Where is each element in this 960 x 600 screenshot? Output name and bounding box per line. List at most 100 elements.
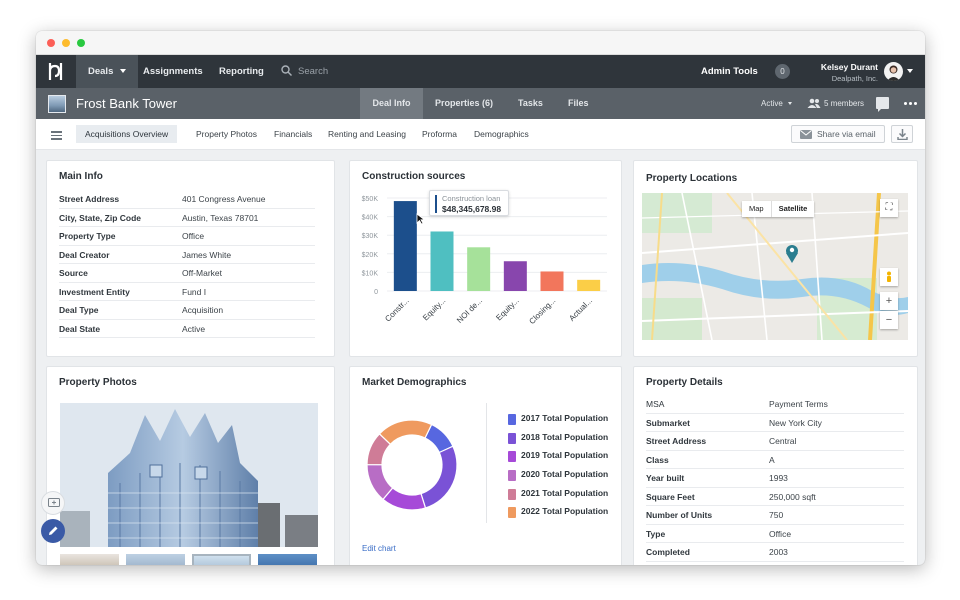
field-value: Payment Terms xyxy=(769,399,828,409)
property-map[interactable]: Map Satellite ⛶ + − xyxy=(642,193,908,340)
x-tick-label: Actual... xyxy=(567,296,594,323)
minimize-window-button[interactable] xyxy=(62,39,70,47)
field-value: Acquisition xyxy=(182,305,224,315)
tab-demographics[interactable]: Demographics xyxy=(474,119,529,150)
chart-legend: 2017 Total Population 2018 Total Populati… xyxy=(508,413,608,525)
table-row: Class A xyxy=(646,451,904,469)
dashboard-content: Main Info Street Address 401 Congress Ave… xyxy=(36,150,925,565)
nav-reporting[interactable]: Reporting xyxy=(219,55,264,88)
field-label: City, State, Zip Code xyxy=(59,212,142,223)
building-photo xyxy=(60,403,318,547)
bar[interactable] xyxy=(577,279,601,291)
notification-badge[interactable]: 0 xyxy=(775,64,790,79)
avatar[interactable] xyxy=(884,62,903,81)
download-button[interactable] xyxy=(891,125,913,143)
y-tick-label: 0 xyxy=(374,289,378,296)
chevron-down-icon xyxy=(788,102,793,106)
status-label: Active xyxy=(761,99,783,108)
chevron-down-icon[interactable] xyxy=(907,69,913,73)
legend-item[interactable]: 2017 Total Population xyxy=(508,413,608,432)
donut-slice[interactable] xyxy=(420,445,458,509)
user-menu[interactable]: Kelsey Durant Dealpath, Inc. xyxy=(816,62,878,83)
bar[interactable] xyxy=(503,261,527,291)
admin-tools-link[interactable]: Admin Tools xyxy=(701,55,758,88)
tab-files[interactable]: Files xyxy=(568,88,589,119)
property-header: Frost Bank Tower Deal Info Properties (6… xyxy=(36,88,925,119)
legend-swatch xyxy=(508,414,516,425)
window-titlebar xyxy=(36,31,925,55)
legend-item[interactable]: 2019 Total Population xyxy=(508,450,608,469)
mouse-cursor-icon xyxy=(416,213,426,225)
nav-deals[interactable]: Deals xyxy=(76,55,138,88)
property-details-table: MSA Payment Terms Submarket New York City … xyxy=(646,395,904,562)
table-row: Deal State Active xyxy=(59,320,315,338)
add-comment-button[interactable] xyxy=(41,491,65,515)
pencil-icon xyxy=(49,526,58,535)
bar[interactable] xyxy=(540,271,564,291)
photo-thumbnail[interactable] xyxy=(126,554,185,565)
share-via-email-button[interactable]: Share via email xyxy=(791,125,885,143)
table-row: Deal Type Acquisition xyxy=(59,301,315,320)
field-label: Deal State xyxy=(59,323,101,334)
satellite-view-button[interactable]: Satellite xyxy=(770,201,815,217)
tab-acquisitions-overview[interactable]: Acquisitions Overview xyxy=(76,125,178,143)
tooltip-swatch xyxy=(435,195,437,213)
field-value: New York City xyxy=(769,417,822,428)
nav-assignments[interactable]: Assignments xyxy=(143,55,203,88)
edit-chart-link[interactable]: Edit chart xyxy=(362,544,396,553)
tab-deal-info[interactable]: Deal Info xyxy=(360,88,423,119)
street-view-pegman-icon[interactable] xyxy=(880,268,898,286)
field-label: Investment Entity xyxy=(59,286,130,297)
edit-button[interactable] xyxy=(41,519,65,543)
property-thumbnail xyxy=(48,95,66,113)
field-value: 1993 xyxy=(769,473,788,483)
close-window-button[interactable] xyxy=(47,39,55,47)
y-tick-label: $30K xyxy=(362,233,379,240)
photo-thumbnail[interactable] xyxy=(60,554,119,565)
more-options-icon[interactable] xyxy=(904,102,919,105)
dealpath-logo-icon[interactable] xyxy=(47,62,65,81)
construction-sources-card: Construction sources $50K $40K $30K $20K $10… xyxy=(349,160,622,357)
status-dropdown[interactable]: Active xyxy=(761,88,793,119)
people-icon xyxy=(807,98,821,108)
bar[interactable] xyxy=(430,231,454,291)
field-value: A xyxy=(769,454,775,465)
demographics-donut-chart xyxy=(366,419,458,511)
zoom-in-icon[interactable]: + xyxy=(880,292,898,310)
maximize-window-button[interactable] xyxy=(77,39,85,47)
top-navigation: Deals Assignments Reporting Search Admin… xyxy=(36,55,925,88)
legend-item[interactable]: 2020 Total Population xyxy=(508,469,608,488)
tab-property-photos[interactable]: Property Photos xyxy=(196,119,257,150)
photo-thumbnail[interactable] xyxy=(258,554,317,565)
bar[interactable] xyxy=(393,201,417,291)
map-view-button[interactable]: Map xyxy=(742,201,771,217)
photo-thumbnail[interactable] xyxy=(192,554,251,565)
tab-proforma[interactable]: Proforma xyxy=(422,119,457,150)
fullscreen-icon[interactable]: ⛶ xyxy=(880,199,898,217)
tab-financials[interactable]: Financials xyxy=(274,119,312,150)
legend-item[interactable]: 2021 Total Population xyxy=(508,488,608,507)
map-type-switcher: Map Satellite xyxy=(742,201,815,217)
main-info-table: Street Address 401 Congress Avenue City, … xyxy=(59,190,315,338)
legend-item[interactable]: 2018 Total Population xyxy=(508,432,608,451)
tab-tasks[interactable]: Tasks xyxy=(518,88,543,119)
table-row: Year built 1993 xyxy=(646,469,904,488)
list-icon[interactable] xyxy=(51,131,62,142)
table-row: Source Off-Market xyxy=(59,264,315,283)
tab-renting-and-leasing[interactable]: Renting and Leasing xyxy=(328,119,406,150)
nav-deals-label: Deals xyxy=(88,66,114,77)
property-details-card: Property Details MSA Payment Terms Submar… xyxy=(633,366,918,565)
tab-properties[interactable]: Properties (6) xyxy=(435,88,493,119)
field-label: Square Feet xyxy=(646,491,695,502)
search-input[interactable]: Search xyxy=(281,55,328,88)
bar[interactable] xyxy=(467,247,491,291)
zoom-out-icon[interactable]: − xyxy=(880,311,898,329)
comment-icon[interactable] xyxy=(876,97,889,112)
field-label: Class xyxy=(646,454,669,465)
donut-slice[interactable] xyxy=(378,419,433,446)
property-photo-main[interactable] xyxy=(60,403,318,547)
legend-item[interactable]: 2022 Total Population xyxy=(508,506,608,525)
members-button[interactable]: 5 members xyxy=(807,88,864,119)
field-label: Street Address xyxy=(59,194,120,204)
app-window: Deals Assignments Reporting Search Admin… xyxy=(36,31,925,565)
